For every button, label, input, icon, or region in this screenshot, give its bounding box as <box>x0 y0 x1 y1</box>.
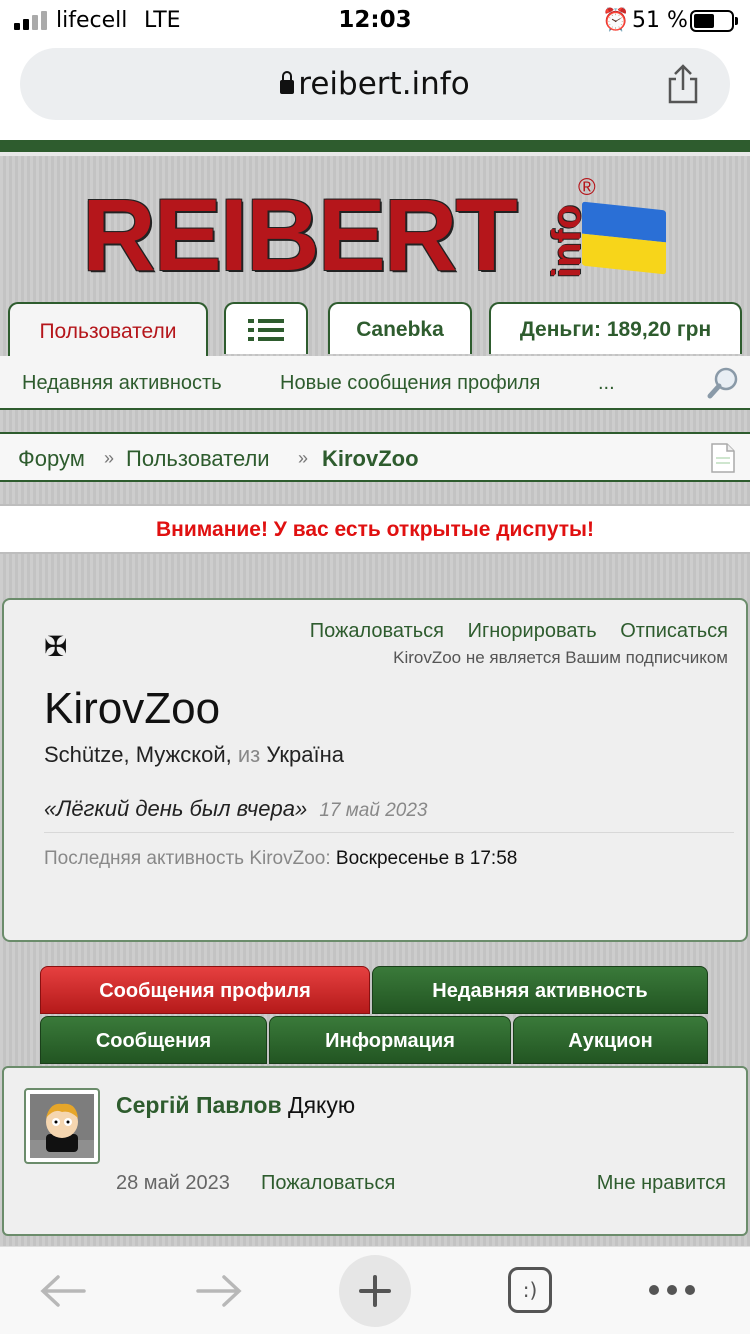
tab-money[interactable]: Деньги: 189,20 грн <box>489 302 742 354</box>
subnav-recent-activity[interactable]: Недавняя активность <box>22 372 222 395</box>
post-content: Сергій Павлов Дякую <box>116 1092 355 1119</box>
unfollow-link[interactable]: Отписаться <box>620 620 728 642</box>
plus-icon <box>359 1275 391 1307</box>
address-bar[interactable]: reibert.info <box>20 48 730 120</box>
tab-profile-posts-label: Сообщения профиля <box>99 980 311 1002</box>
alarm-icon: ⏰ <box>602 8 630 33</box>
notice-banner[interactable]: Внимание! У вас есть открытые диспуты! <box>0 504 750 554</box>
menu-list-icon <box>248 319 284 341</box>
battery-percent: 51 % <box>632 8 688 33</box>
avatar[interactable] <box>24 1088 100 1164</box>
follow-note: KirovZoo не является Вашим подписчиком <box>393 648 728 667</box>
tab-auction[interactable]: Аукцион <box>513 1016 708 1064</box>
tab-recent-activity[interactable]: Недавняя активность <box>372 966 708 1014</box>
tab-account-label: Canebka <box>356 318 444 341</box>
tab-information-label: Информация <box>325 1030 455 1052</box>
back-arrow-icon[interactable] <box>38 1273 88 1309</box>
profile-status: «Лёгкий день был вчера» 17 май 2023 <box>44 796 427 822</box>
tab-money-label: Деньги: 189,20 грн <box>519 318 712 341</box>
forward-arrow-icon[interactable] <box>194 1273 244 1309</box>
status-date: 17 май 2023 <box>319 800 428 821</box>
post-like-link[interactable]: Мне нравится <box>597 1172 726 1195</box>
profile-actions: Пожаловаться Игнорировать Отписаться <box>310 620 728 643</box>
more-options-icon[interactable] <box>648 1283 696 1297</box>
logo-text: REIBERT <box>82 178 518 292</box>
top-stripe-light <box>0 152 750 156</box>
subnav-more[interactable]: ... <box>598 372 615 395</box>
ignore-link[interactable]: Игнорировать <box>468 620 597 642</box>
battery-icon <box>690 10 738 32</box>
breadcrumb: Форум » Пользователи » KirovZoo <box>0 432 750 482</box>
divider <box>44 832 734 833</box>
page-icon[interactable] <box>710 442 736 474</box>
breadcrumb-separator: » <box>104 448 115 468</box>
top-stripe <box>0 140 750 152</box>
tab-profile-posts[interactable]: Сообщения профиля <box>40 966 370 1014</box>
tab-menu[interactable] <box>224 302 308 354</box>
tab-account[interactable]: Canebka <box>328 302 472 354</box>
subnav-new-profile-posts[interactable]: Новые сообщения профиля <box>280 372 540 395</box>
web-content: REIBERT info ® Пользователи Canebka День… <box>0 140 750 1246</box>
post-report-link[interactable]: Пожаловаться <box>261 1172 395 1195</box>
url-display: reibert.info <box>20 66 730 102</box>
registered-mark: ® <box>578 174 596 201</box>
post-date[interactable]: 28 май 2023 <box>116 1172 230 1195</box>
tabs-smiley-icon: :) <box>522 1278 538 1302</box>
tabs-button[interactable]: :) <box>508 1267 552 1313</box>
lock-icon <box>280 71 295 94</box>
profile-card: Пожаловаться Игнорировать Отписаться Kir… <box>2 598 748 942</box>
profile-rank-gender: Schütze, Мужской, <box>44 742 238 767</box>
tab-posts[interactable]: Сообщения <box>40 1016 267 1064</box>
sub-navigation: Недавняя активность Новые сообщения проф… <box>0 356 750 410</box>
tab-posts-label: Сообщения <box>95 1030 212 1052</box>
last-activity: Последняя активность KirovZoo: Воскресен… <box>44 848 517 870</box>
search-icon[interactable] <box>706 366 740 400</box>
url-text: reibert.info <box>298 66 470 102</box>
last-activity-label: Последняя активность KirovZoo: <box>44 848 336 869</box>
profile-location[interactable]: Україна <box>266 742 344 767</box>
iron-cross-icon: ✠ <box>44 631 68 662</box>
notice-text: Внимание! У вас есть открытые диспуты! <box>156 518 594 541</box>
breadcrumb-forum[interactable]: Форум <box>18 446 85 472</box>
new-tab-button[interactable] <box>339 1255 411 1327</box>
report-link[interactable]: Пожаловаться <box>310 620 444 642</box>
status-quote: «Лёгкий день был вчера» <box>44 796 308 821</box>
post-text: Дякую <box>281 1092 356 1118</box>
browser-toolbar: :) <box>0 1246 750 1334</box>
profile-info: Schütze, Мужской, из Україна <box>44 742 344 768</box>
post-author[interactable]: Сергій Павлов <box>116 1092 282 1118</box>
breadcrumb-separator: » <box>298 448 309 468</box>
avatar-image <box>30 1094 94 1158</box>
tab-auction-label: Аукцион <box>568 1030 653 1052</box>
tab-information[interactable]: Информация <box>269 1016 511 1064</box>
profile-username: KirovZoo <box>44 684 221 733</box>
profile-post: Сергій Павлов Дякую 28 май 2023 Пожалова… <box>2 1066 748 1236</box>
last-activity-value: Воскресенье в 17:58 <box>335 848 518 869</box>
share-icon[interactable] <box>666 64 700 104</box>
profile-from: из <box>237 742 267 767</box>
status-bar: lifecell LTE 12:03 ⏰ 51 % <box>0 0 750 40</box>
tab-users[interactable]: Пользователи <box>8 302 208 358</box>
breadcrumb-users[interactable]: Пользователи <box>126 446 270 472</box>
ukraine-flag-icon <box>582 201 666 275</box>
tab-recent-activity-label: Недавняя активность <box>432 980 648 1002</box>
tab-users-label: Пользователи <box>39 320 177 343</box>
breadcrumb-current: KirovZoo <box>322 446 419 471</box>
